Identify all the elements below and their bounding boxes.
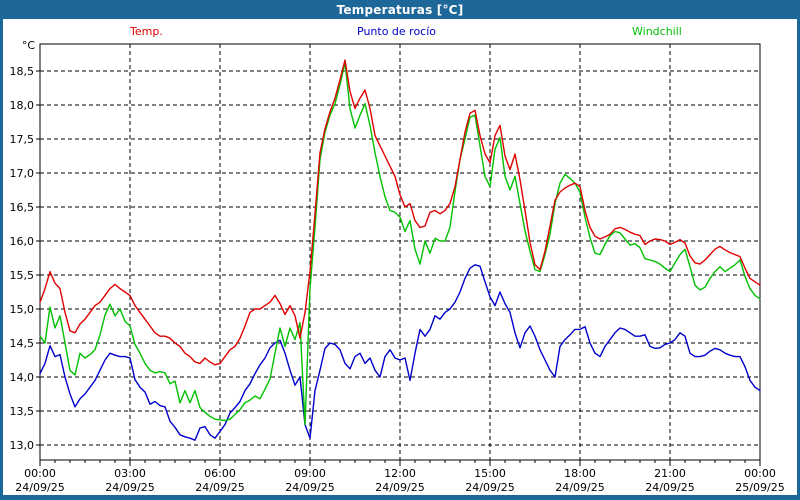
x-tick-time-label: 00:00 [24,467,56,480]
y-tick-label: 15,0 [10,303,35,316]
y-tick-label: 15,5 [10,269,35,282]
y-tick-label: 14,0 [10,371,35,384]
x-tick-time-label: 00:00 [744,467,776,480]
x-tick-date-label: 24/09/25 [15,481,64,494]
x-tick-time-label: 15:00 [474,467,506,480]
x-tick-time-label: 21:00 [654,467,686,480]
x-tick-date-label: 24/09/25 [375,481,424,494]
x-tick-date-label: 24/09/25 [465,481,514,494]
y-tick-label: 13,0 [10,439,35,452]
x-tick-time-label: 18:00 [564,467,596,480]
x-tick-date-label: 24/09/25 [555,481,604,494]
y-tick-label: 17,0 [10,167,35,180]
x-tick-time-label: 09:00 [294,467,326,480]
x-tick-time-label: 12:00 [384,467,416,480]
y-tick-label: 17,5 [10,133,35,146]
x-tick-date-label: 24/09/25 [105,481,154,494]
y-tick-label: 18,5 [10,65,35,78]
x-tick-time-label: 06:00 [204,467,236,480]
x-tick-date-label: 25/09/25 [735,481,784,494]
app-window: Temperaturas [°C] Temp. Punto de rocío W… [0,0,800,500]
temperature-chart: 18,5 18,0 17,5 17,0 16,5 16,0 15,5 15,0 14,5 14,0… [0,0,800,500]
y-tick-label: 16,0 [10,235,35,248]
y-axis-unit-label: °C [22,39,36,52]
x-tick-date-label: 24/09/25 [195,481,244,494]
y-tick-label: 14,5 [10,337,35,350]
y-tick-label: 16,5 [10,201,35,214]
y-tick-label: 18,0 [10,99,35,112]
x-tick-time-label: 03:00 [114,467,146,480]
x-tick-date-label: 24/09/25 [645,481,694,494]
x-tick-date-label: 24/09/25 [285,481,334,494]
y-tick-label: 13,5 [10,405,35,418]
